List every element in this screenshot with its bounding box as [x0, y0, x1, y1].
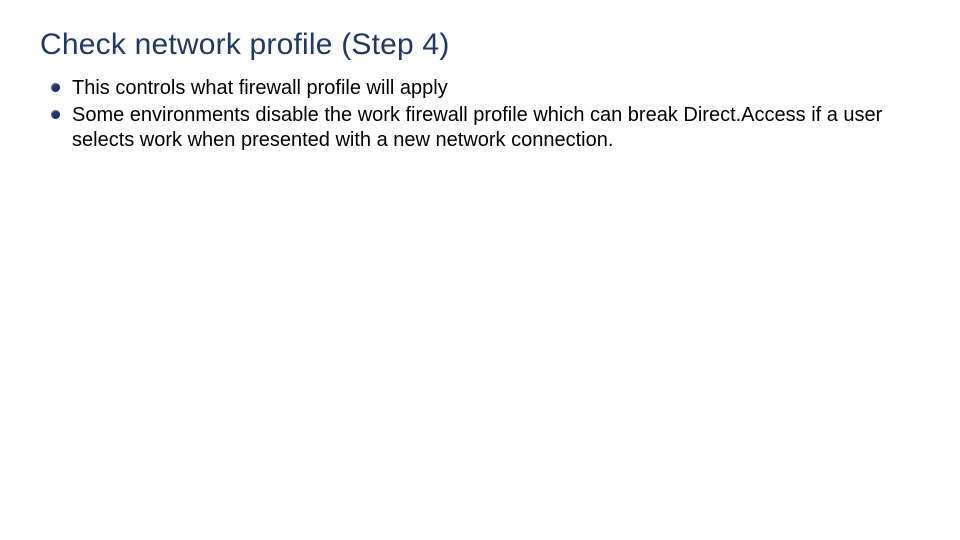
list-item: This controls what firewall profile will…: [54, 76, 920, 101]
list-item: Some environments disable the work firew…: [54, 103, 920, 153]
bullet-list: This controls what firewall profile will…: [40, 76, 920, 153]
bullet-text: Some environments disable the work firew…: [72, 104, 882, 151]
slide: Check network profile (Step 4) This cont…: [0, 0, 960, 540]
slide-title: Check network profile (Step 4): [40, 28, 920, 62]
bullet-text: This controls what firewall profile will…: [72, 77, 448, 99]
bullet-icon: [51, 110, 60, 119]
bullet-icon: [51, 83, 60, 92]
